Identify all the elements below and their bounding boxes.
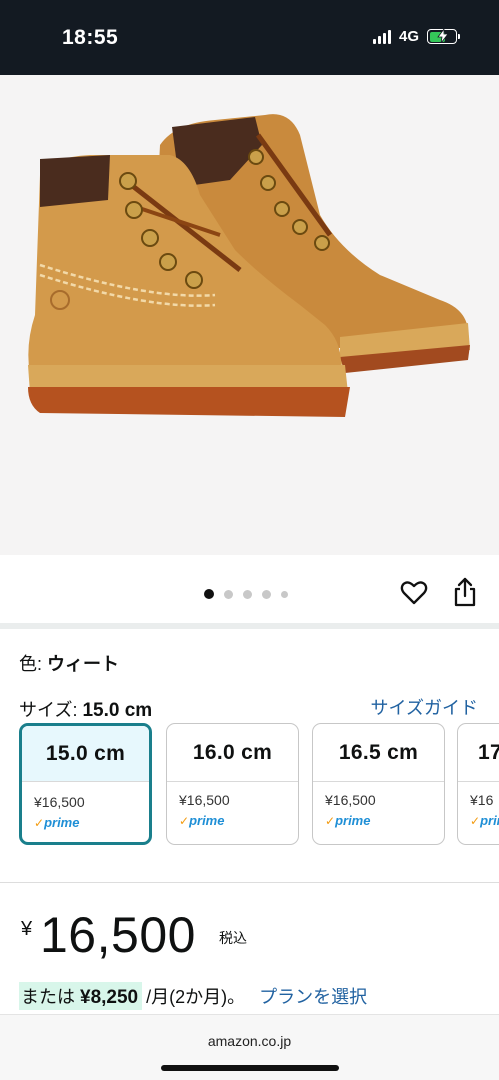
size-row: サイズ: 15.0 cm bbox=[19, 696, 152, 722]
home-indicator[interactable] bbox=[161, 1065, 339, 1071]
network-type: 4G bbox=[398, 28, 419, 45]
heart-icon[interactable] bbox=[400, 579, 428, 607]
installment-suffix: /月(2か月)。 bbox=[146, 987, 246, 1007]
share-icon[interactable] bbox=[452, 577, 478, 607]
prime-badge: ✓prime bbox=[34, 815, 80, 830]
size-option-label: 17 bbox=[458, 724, 499, 782]
size-option-price: ¥16,500 bbox=[34, 794, 85, 810]
size-label: サイズ: bbox=[19, 700, 83, 720]
size-option-16-5[interactable]: 16.5 cm ¥16,500 ✓prime bbox=[312, 723, 445, 845]
status-bar: 18:55 4G bbox=[0, 0, 499, 75]
status-time: 18:55 bbox=[62, 26, 119, 49]
color-value: ウィート bbox=[47, 654, 120, 674]
size-option-15-0[interactable]: 15.0 cm ¥16,500 ✓prime bbox=[19, 723, 152, 845]
size-guide-link[interactable]: サイズガイド bbox=[371, 694, 478, 720]
carousel-row bbox=[0, 555, 499, 623]
price-amount: 16,500 bbox=[40, 907, 196, 963]
signal-icon bbox=[372, 29, 391, 44]
prime-badge: ✓prime bbox=[179, 813, 225, 828]
size-option-label: 15.0 cm bbox=[22, 726, 149, 782]
product-image[interactable] bbox=[0, 75, 499, 555]
size-option-17[interactable]: 17 ¥16 ✓prim bbox=[457, 723, 499, 845]
prime-check-icon: ✓ bbox=[325, 814, 336, 828]
size-option-price: ¥16,500 bbox=[179, 792, 230, 808]
size-option-16-0[interactable]: 16.0 cm ¥16,500 ✓prime bbox=[166, 723, 299, 845]
installment-prefix: または bbox=[21, 987, 75, 1007]
size-option-price: ¥16,500 bbox=[325, 792, 376, 808]
price-tax-note: 税込 bbox=[219, 930, 247, 946]
size-option-label: 16.0 cm bbox=[167, 724, 298, 782]
price-currency: ¥ bbox=[21, 918, 33, 940]
prime-check-icon: ✓ bbox=[179, 814, 190, 828]
size-options: 15.0 cm ¥16,500 ✓prime 16.0 cm ¥16,500 ✓… bbox=[19, 723, 499, 847]
size-value: 15.0 cm bbox=[82, 700, 153, 721]
browser-domain[interactable]: amazon.co.jp bbox=[0, 1033, 499, 1049]
boots-image bbox=[28, 114, 470, 417]
prime-check-icon: ✓ bbox=[470, 814, 481, 828]
carousel-dot-5[interactable] bbox=[281, 590, 288, 598]
color-row: 色: ウィート bbox=[19, 650, 119, 676]
installment-highlight: または ¥8,250 bbox=[19, 982, 143, 1010]
prime-badge: ✓prime bbox=[325, 813, 371, 828]
section-divider bbox=[0, 623, 499, 629]
size-option-price: ¥16 bbox=[470, 792, 494, 808]
carousel-dot-4[interactable] bbox=[262, 589, 271, 599]
installment-row: または ¥8,250 /月(2か月)。 プランを選択 bbox=[19, 982, 367, 1010]
carousel-dot-2[interactable] bbox=[224, 589, 233, 599]
select-plan-link[interactable]: プランを選択 bbox=[259, 983, 367, 1009]
battery-icon bbox=[427, 29, 460, 44]
color-label: 色: bbox=[19, 654, 48, 674]
status-indicators: 4G bbox=[372, 28, 460, 45]
browser-bar: amazon.co.jp bbox=[0, 1014, 499, 1080]
prime-badge: ✓prim bbox=[470, 813, 499, 828]
carousel-dot-1[interactable] bbox=[204, 589, 214, 599]
price-divider bbox=[0, 882, 499, 883]
installment-amount: ¥8,250 bbox=[80, 987, 139, 1008]
size-option-label: 16.5 cm bbox=[313, 724, 444, 782]
prime-check-icon: ✓ bbox=[34, 816, 45, 830]
carousel-dots[interactable] bbox=[204, 589, 288, 599]
carousel-dot-3[interactable] bbox=[243, 589, 252, 599]
